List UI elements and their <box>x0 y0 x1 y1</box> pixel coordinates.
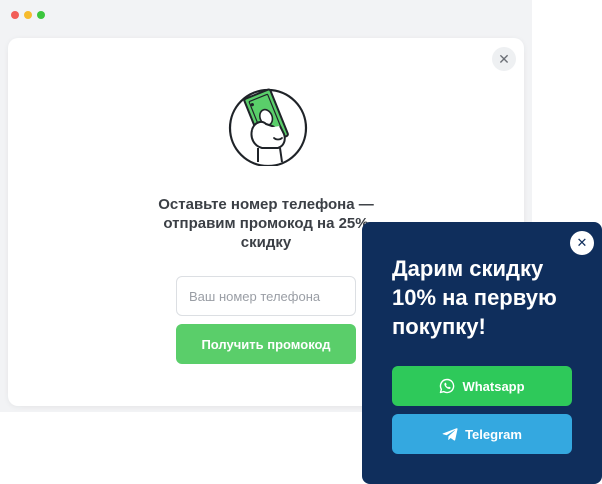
close-icon[interactable]: ✕ <box>570 231 594 255</box>
discount-widget: ✕ Дарим скидку 10% на первую покупку! Wh… <box>362 222 602 484</box>
whatsapp-icon <box>440 378 455 394</box>
window-minimize-dot[interactable] <box>24 11 32 19</box>
telegram-label: Telegram <box>465 426 522 442</box>
telegram-button[interactable]: Telegram <box>392 414 572 454</box>
popup-title: Оставьте номер телефона — отправим промо… <box>158 196 374 251</box>
telegram-icon <box>442 428 458 441</box>
hand-holding-money-icon <box>228 88 308 166</box>
phone-input[interactable] <box>176 276 356 316</box>
widget-title: Дарим скидку 10% на первую покупку! <box>392 256 557 339</box>
window-controls <box>11 11 45 19</box>
window-close-dot[interactable] <box>11 11 19 19</box>
get-promo-button[interactable]: Получить промокод <box>176 324 356 364</box>
whatsapp-button[interactable]: Whatsapp <box>392 366 572 406</box>
whatsapp-label: Whatsapp <box>462 378 525 394</box>
close-icon[interactable]: ✕ <box>492 47 516 71</box>
window-maximize-dot[interactable] <box>37 11 45 19</box>
